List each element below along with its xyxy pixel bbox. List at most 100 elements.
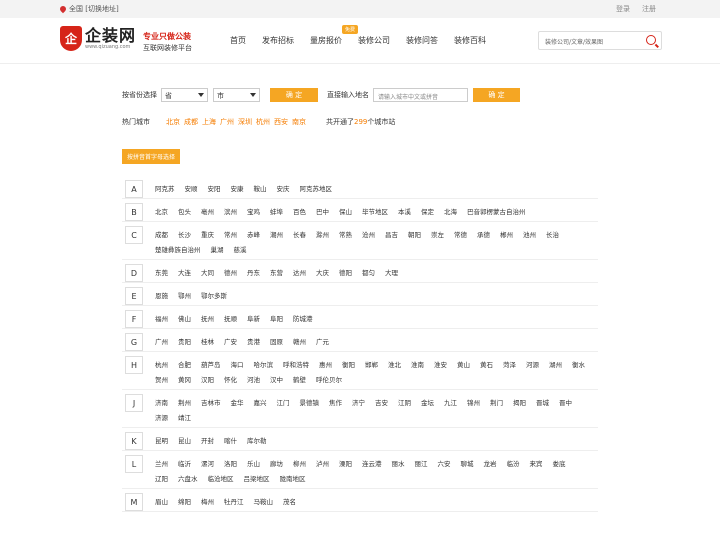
city-link[interactable]: 毕节地区 bbox=[362, 206, 388, 216]
city-link[interactable]: 阜阳 bbox=[270, 313, 283, 323]
city-link[interactable]: 百色 bbox=[293, 206, 306, 216]
city-link[interactable]: 邯郸 bbox=[365, 359, 378, 369]
city-link[interactable]: 临沧地区 bbox=[208, 473, 234, 483]
city-link[interactable]: 揭阳 bbox=[513, 397, 526, 407]
city-link[interactable]: 佛山 bbox=[178, 313, 191, 323]
city-link[interactable]: 合肥 bbox=[178, 359, 191, 369]
city-link[interactable]: 广州 bbox=[155, 336, 168, 346]
city-link[interactable]: 沧州 bbox=[362, 229, 375, 239]
city-link[interactable]: 荆门 bbox=[490, 397, 503, 407]
city-link[interactable]: 江门 bbox=[277, 397, 290, 407]
nav-qa[interactable]: 装修问答 bbox=[406, 35, 438, 46]
city-link[interactable]: 九江 bbox=[444, 397, 457, 407]
city-link[interactable]: 黄山 bbox=[457, 359, 470, 369]
city-link[interactable]: 大同 bbox=[201, 267, 214, 277]
nav-quote-label[interactable]: 量房报价 bbox=[310, 36, 342, 45]
city-link[interactable]: 菏泽 bbox=[503, 359, 516, 369]
city-link[interactable]: 长春 bbox=[293, 229, 306, 239]
city-link[interactable]: 漯河 bbox=[201, 458, 214, 468]
search-box[interactable]: 装修公司/文章/效果图 bbox=[538, 31, 662, 50]
city-link[interactable]: 梅州 bbox=[201, 496, 214, 506]
search-input[interactable]: 装修公司/文章/效果图 bbox=[545, 37, 603, 46]
city-name-input[interactable]: 请输入城市中文或拼音 bbox=[373, 88, 468, 102]
city-link[interactable]: 济宁 bbox=[352, 397, 365, 407]
hot-city-link[interactable]: 北京 bbox=[166, 117, 180, 127]
city-link[interactable]: 潮州 bbox=[270, 229, 283, 239]
city-link[interactable]: 丹东 bbox=[247, 267, 260, 277]
city-link[interactable]: 河源 bbox=[526, 359, 539, 369]
city-link[interactable]: 淮安 bbox=[434, 359, 447, 369]
city-link[interactable]: 济源 bbox=[155, 412, 168, 422]
city-link[interactable]: 鞍山 bbox=[254, 183, 267, 193]
nav-home[interactable]: 首页 bbox=[230, 35, 246, 46]
city-link[interactable]: 鹤壁 bbox=[293, 374, 306, 384]
city-link[interactable]: 呼伦贝尔 bbox=[316, 374, 342, 384]
city-link[interactable]: 长治 bbox=[546, 229, 559, 239]
city-link[interactable]: 广安 bbox=[224, 336, 237, 346]
city-link[interactable]: 吉林市 bbox=[201, 397, 221, 407]
register-link[interactable]: 注册 bbox=[642, 4, 656, 14]
city-link[interactable]: 济南 bbox=[155, 397, 168, 407]
city-link[interactable]: 晋城 bbox=[536, 397, 549, 407]
city-link[interactable]: 汉阳 bbox=[201, 374, 214, 384]
city-link[interactable]: 贵阳 bbox=[178, 336, 191, 346]
city-link[interactable]: 湖州 bbox=[549, 359, 562, 369]
city-link[interactable]: 晋中 bbox=[559, 397, 572, 407]
nav-companies[interactable]: 装修公司 bbox=[358, 35, 390, 46]
city-link[interactable]: 乐山 bbox=[247, 458, 260, 468]
city-link[interactable]: 焦作 bbox=[329, 397, 342, 407]
city-link[interactable]: 聊城 bbox=[461, 458, 474, 468]
location-text[interactable]: 全国 [切换地址] bbox=[69, 4, 119, 14]
hot-city-link[interactable]: 成都 bbox=[184, 117, 198, 127]
city-link[interactable]: 靖江 bbox=[178, 412, 191, 422]
city-link[interactable]: 阿克苏 bbox=[155, 183, 175, 193]
city-link[interactable]: 福州 bbox=[155, 313, 168, 323]
city-link[interactable]: 滁州 bbox=[316, 229, 329, 239]
city-link[interactable]: 临沂 bbox=[178, 458, 191, 468]
city-select[interactable]: 市 bbox=[213, 88, 260, 102]
city-link[interactable]: 昆明 bbox=[155, 435, 168, 445]
city-link[interactable]: 洛阳 bbox=[224, 458, 237, 468]
city-link[interactable]: 娄底 bbox=[553, 458, 566, 468]
city-link[interactable]: 呼和浩特 bbox=[283, 359, 309, 369]
city-link[interactable]: 鄂尔多斯 bbox=[201, 290, 227, 300]
city-link[interactable]: 安顺 bbox=[185, 183, 198, 193]
city-link[interactable]: 贺州 bbox=[155, 374, 168, 384]
city-link[interactable]: 大理 bbox=[385, 267, 398, 277]
city-link[interactable]: 成都 bbox=[155, 229, 168, 239]
city-link[interactable]: 抚顺 bbox=[224, 313, 237, 323]
city-link[interactable]: 荆州 bbox=[178, 397, 191, 407]
city-link[interactable]: 金华 bbox=[231, 397, 244, 407]
city-link[interactable]: 固原 bbox=[270, 336, 283, 346]
city-link[interactable]: 长沙 bbox=[178, 229, 191, 239]
nav-tender[interactable]: 发布招标 bbox=[262, 35, 294, 46]
city-link[interactable]: 承德 bbox=[477, 229, 490, 239]
city-link[interactable]: 池州 bbox=[523, 229, 536, 239]
city-link[interactable]: 黄石 bbox=[480, 359, 493, 369]
hot-city-link[interactable]: 西安 bbox=[274, 117, 288, 127]
city-link[interactable]: 楚雄彝族自治州 bbox=[155, 244, 201, 254]
city-link[interactable]: 淮南 bbox=[411, 359, 424, 369]
city-link[interactable]: 东营 bbox=[270, 267, 283, 277]
city-link[interactable]: 溧阳 bbox=[339, 458, 352, 468]
city-link[interactable]: 库尔勒 bbox=[247, 435, 267, 445]
city-link[interactable]: 巢湖 bbox=[211, 244, 224, 254]
city-link[interactable]: 保山 bbox=[339, 206, 352, 216]
city-link[interactable]: 茂名 bbox=[283, 496, 296, 506]
city-link[interactable]: 惠州 bbox=[319, 359, 332, 369]
city-link[interactable]: 北京 bbox=[155, 206, 168, 216]
city-link[interactable]: 开封 bbox=[201, 435, 214, 445]
city-link[interactable]: 达州 bbox=[293, 267, 306, 277]
city-link[interactable]: 杭州 bbox=[155, 359, 168, 369]
confirm-input-button[interactable]: 确 定 bbox=[473, 88, 520, 102]
city-link[interactable]: 常德 bbox=[454, 229, 467, 239]
city-link[interactable]: 保定 bbox=[421, 206, 434, 216]
city-link[interactable]: 慈溪 bbox=[234, 244, 247, 254]
city-link[interactable]: 巴音郭楞蒙古自治州 bbox=[467, 206, 526, 216]
city-link[interactable]: 葫芦岛 bbox=[201, 359, 221, 369]
nav-quote[interactable]: 量房报价 免费 bbox=[310, 25, 359, 46]
city-link[interactable]: 喀什 bbox=[224, 435, 237, 445]
city-link[interactable]: 陇南地区 bbox=[280, 473, 306, 483]
city-link[interactable]: 赣州 bbox=[293, 336, 306, 346]
city-link[interactable]: 丽江 bbox=[415, 458, 428, 468]
